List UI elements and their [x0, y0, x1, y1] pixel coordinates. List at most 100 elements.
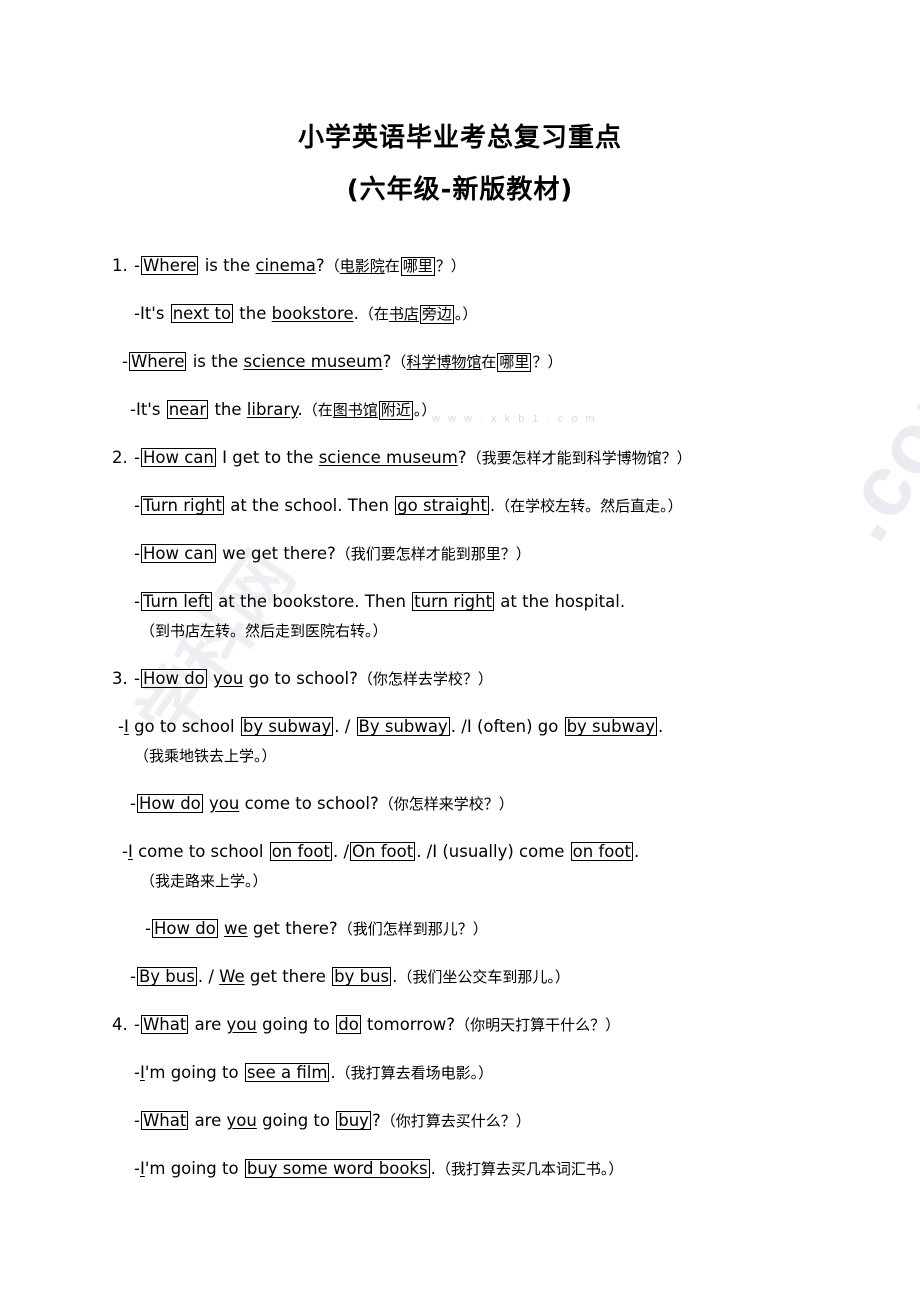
text: It's [139, 304, 170, 323]
text: at the hospital. [495, 592, 626, 611]
cn-text: 在 [373, 305, 389, 323]
cn-translation: （你怎样去学校？） [357, 670, 493, 688]
dash: - [134, 256, 140, 275]
text: going to [256, 1111, 336, 1130]
cn-only-line: （我走路来上学。） [0, 870, 920, 892]
boxed-term: Turn left [140, 592, 212, 611]
boxed-term: go straight [395, 496, 489, 515]
text: are [189, 1111, 227, 1130]
text: come to school [132, 842, 269, 861]
cn-boxed: 哪里 [400, 257, 435, 276]
boxed-term: near [166, 400, 209, 419]
cn-boxed: 旁边 [419, 305, 454, 324]
qa-line: 4. - What are you going to do tomorrow?（你明… [0, 1014, 920, 1036]
dash: - [134, 592, 140, 611]
boxed-term: What [140, 1015, 189, 1034]
boxed-term: turn right [412, 592, 495, 611]
underlined-term: science museum [318, 448, 458, 467]
qa-line: -I'm going to see a film .（我打算去看场电影。） [0, 1062, 920, 1084]
qa-line: - What are you going to buy ?（你打算去买什么？） [0, 1110, 920, 1132]
text: at the bookstore. Then [212, 592, 412, 611]
boxed-term: next to [170, 304, 234, 323]
cn-translation: （在学校左转。然后直走。） [495, 497, 683, 515]
underlined-term: we [224, 919, 248, 938]
cn-close: ？） [435, 257, 466, 275]
text: ? [371, 1111, 381, 1130]
text: we get there? [216, 544, 336, 563]
boxed-term: How can [140, 448, 216, 467]
text: . /I (often) go [450, 717, 564, 736]
boxed-term: Where [140, 256, 199, 275]
qa-line: 2. - How can I get to the science museum?（… [0, 447, 920, 469]
dash: - [134, 1015, 140, 1034]
text: come to school? [239, 794, 379, 813]
document-body: 1. - Where is the cinema?（电影院在 哪里？） -It's n… [0, 255, 920, 1206]
cn-underlined: 电影院 [339, 257, 385, 275]
text: It's [135, 400, 166, 419]
qa-line: -I go to school by subway. / By subway. … [0, 716, 920, 737]
dash: - [145, 919, 151, 938]
underlined-term: you [213, 669, 244, 688]
underlined-term: science museum [243, 352, 383, 371]
item-number-4: 4. [112, 1015, 128, 1034]
text: . [633, 842, 640, 861]
boxed-term: On foot [350, 842, 416, 861]
qa-line: -It's near the library.（在图书馆 附近。） [0, 399, 920, 421]
boxed-term: by subway [240, 717, 334, 736]
boxed-term: buy [336, 1111, 371, 1130]
cn-open: （ [391, 353, 407, 371]
cn-translation: （你明天打算干什么？） [455, 1016, 621, 1034]
boxed-term: buy some word books [244, 1159, 430, 1178]
text: ? [315, 256, 325, 275]
boxed-term: By bus [136, 967, 197, 986]
qa-line: - How can we get there?（我们要怎样才能到那里？） [0, 543, 920, 565]
cn-translation: （你怎样来学校？） [378, 795, 514, 813]
cn-open: （ [358, 305, 374, 323]
document-page: .com 学科网 w w w . x k b 1 . c o m 小学英语毕业考… [0, 0, 920, 1302]
text: go to school? [243, 669, 358, 688]
text: ? [457, 448, 467, 467]
text: are [189, 1015, 227, 1034]
text: go to school [128, 717, 240, 736]
boxed-term: see a film [244, 1063, 330, 1082]
boxed-term: How do [151, 919, 218, 938]
title-line-1: 小学英语毕业考总复习重点 [297, 123, 622, 153]
qa-line: 1. - Where is the cinema?（电影院在 哪里？） [0, 255, 920, 277]
cn-translation: （你打算去买什么？） [380, 1112, 531, 1130]
cn-underlined: 图书馆 [332, 401, 378, 419]
boxed-term: What [140, 1111, 189, 1130]
boxed-term: Turn right [140, 496, 224, 515]
title-line-2: (六年级-新版教材) [346, 175, 574, 205]
cn-translation: （我打算去买几本词汇书。） [435, 1160, 624, 1178]
underlined-term: you [226, 1111, 257, 1130]
qa-line: - Where is the science museum?（科学博物馆在 哪里？） [0, 351, 920, 373]
cn-translation: （我乘地铁去上学。） [134, 747, 277, 765]
cn-open: （ [324, 257, 340, 275]
dash: - [134, 669, 140, 688]
text: . / [332, 842, 350, 861]
dash: - [130, 794, 136, 813]
text: get there [244, 967, 332, 986]
text: going to [256, 1015, 336, 1034]
text: is the [199, 256, 256, 275]
dash: - [122, 352, 128, 371]
text: the [209, 400, 247, 419]
cn-boxed: 附近 [378, 401, 413, 420]
cn-text: 在 [317, 401, 333, 419]
cn-text: 在 [384, 257, 400, 275]
underlined-term: library [246, 400, 298, 419]
cn-close: 。） [454, 305, 478, 323]
text: the [234, 304, 272, 323]
underlined-term: bookstore [271, 304, 354, 323]
cn-only-line: （我乘地铁去上学。） [0, 745, 920, 767]
dash: - [134, 544, 140, 563]
underlined-term: you [226, 1015, 257, 1034]
cn-translation: （我要怎样才能到科学博物馆？） [466, 449, 692, 467]
text: tomorrow? [361, 1015, 456, 1034]
qa-line: -I come to school on foot. / On foot. /I … [0, 841, 920, 862]
text: . / [197, 967, 220, 986]
boxed-term: by bus [332, 967, 392, 986]
qa-line: -I'm going to buy some word books .（我打算去买… [0, 1158, 920, 1180]
text: . /I (usually) come [416, 842, 570, 861]
boxed-term: How do [136, 794, 203, 813]
